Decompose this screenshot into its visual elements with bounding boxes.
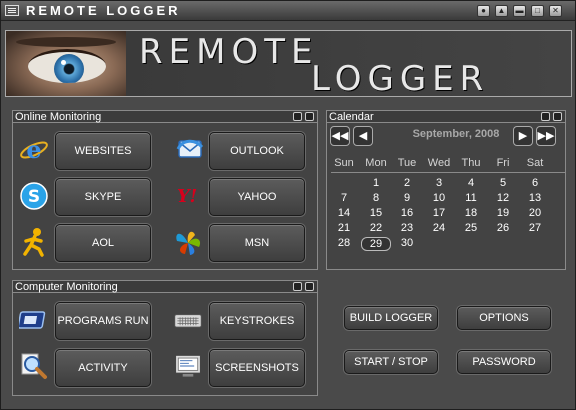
calendar-first-button[interactable]: ◀◀: [330, 126, 350, 146]
panel-close-icon[interactable]: [553, 112, 562, 121]
start-stop-button[interactable]: START / STOP: [344, 350, 438, 374]
skype-icon: S: [20, 182, 48, 210]
calendar-day[interactable]: 20: [520, 207, 550, 219]
svg-text:Y!: Y!: [177, 186, 197, 207]
outlook-icon: [176, 139, 204, 158]
calendar-day[interactable]: 2: [392, 177, 422, 189]
banner-title-line1: REMOTE: [139, 32, 319, 72]
calendar-weekday-label: Sat: [526, 157, 544, 169]
calendar-day[interactable]: 23: [392, 222, 422, 234]
svg-text:S: S: [28, 187, 40, 207]
calendar-day[interactable]: 27: [520, 222, 550, 234]
program-window-icon: [19, 311, 46, 329]
calendar-day[interactable]: 18: [456, 207, 486, 219]
calendar-day-selected[interactable]: 29: [361, 237, 391, 251]
panel-title: Calendar: [327, 111, 565, 123]
options-button[interactable]: OPTIONS: [457, 306, 551, 330]
websites-button[interactable]: WEBSITES: [55, 132, 151, 170]
aol-running-man-icon: [23, 228, 44, 257]
calendar-day[interactable]: 6: [520, 177, 550, 189]
yahoo-button[interactable]: YAHOO: [209, 178, 305, 216]
calendar-day[interactable]: 30: [392, 237, 422, 249]
calendar-day[interactable]: 21: [329, 222, 359, 234]
panel-close-icon[interactable]: [305, 112, 314, 121]
activity-button[interactable]: ACTIVITY: [55, 349, 151, 387]
banner-title-line2: LOGGER: [311, 59, 490, 97]
msn-button[interactable]: MSN: [209, 224, 305, 262]
tray-icon[interactable]: ▲: [495, 5, 508, 17]
app-menu-icon[interactable]: [5, 5, 19, 16]
calendar-day[interactable]: 17: [424, 207, 454, 219]
keyboard-icon: [174, 314, 202, 328]
yahoo-messenger-icon: Y!: [177, 186, 197, 207]
panel-minimize-icon[interactable]: [293, 282, 302, 291]
screenshot-monitor-icon: [175, 354, 201, 377]
calendar-divider: [331, 172, 565, 173]
panel-close-icon[interactable]: [305, 282, 314, 291]
calendar-weekday-label: Sun: [334, 157, 354, 169]
calendar-day[interactable]: 11: [456, 192, 486, 204]
header-banner: REMOTE LOGGER: [5, 30, 572, 97]
calendar-day[interactable]: 12: [488, 192, 518, 204]
close-icon[interactable]: ✕: [549, 5, 562, 17]
calendar-month-label: September, 2008: [412, 128, 500, 140]
calendar-last-button[interactable]: ▶▶: [536, 126, 556, 146]
calendar-day[interactable]: 13: [520, 192, 550, 204]
panel-minimize-icon[interactable]: [541, 112, 550, 121]
calendar-day[interactable]: 5: [488, 177, 518, 189]
help-icon[interactable]: ●: [477, 5, 490, 17]
programs-run-button[interactable]: PROGRAMS RUN: [55, 302, 151, 340]
panel-minimize-icon[interactable]: [293, 112, 302, 121]
calendar-day[interactable]: 22: [361, 222, 391, 234]
calendar-day[interactable]: 24: [424, 222, 454, 234]
eye-image: [6, 31, 126, 96]
calendar-day[interactable]: 14: [329, 207, 359, 219]
window-title: REMOTE LOGGER: [26, 3, 181, 18]
title-bar[interactable]: REMOTE LOGGER ● ▲ ▬ □ ✕: [1, 1, 575, 21]
password-button[interactable]: PASSWORD: [457, 350, 551, 374]
screenshots-button[interactable]: SCREENSHOTS: [209, 349, 305, 387]
panel-title: Computer Monitoring: [13, 281, 317, 293]
svg-text:e: e: [26, 135, 41, 164]
calendar-next-button[interactable]: ▶: [513, 126, 533, 146]
calendar-day[interactable]: 19: [488, 207, 518, 219]
aol-button[interactable]: AOL: [55, 224, 151, 262]
panel-title: Online Monitoring: [13, 111, 317, 123]
calendar-day[interactable]: 3: [424, 177, 454, 189]
msn-butterfly-icon: [176, 231, 201, 255]
keystrokes-button[interactable]: KEYSTROKES: [209, 302, 305, 340]
calendar-day[interactable]: 7: [329, 192, 359, 204]
calendar-day[interactable]: 28: [329, 237, 359, 249]
skype-button[interactable]: SKYPE: [55, 178, 151, 216]
calendar-day[interactable]: 9: [392, 192, 422, 204]
calendar-day[interactable]: 26: [488, 222, 518, 234]
outlook-button[interactable]: OUTLOOK: [209, 132, 305, 170]
calendar-day[interactable]: 15: [361, 207, 391, 219]
calendar-day[interactable]: 10: [424, 192, 454, 204]
calendar-weekday-label: Wed: [427, 157, 451, 169]
calendar-weekday-label: Thu: [461, 157, 481, 169]
calendar-prev-button[interactable]: ◀: [353, 126, 373, 146]
minimize-icon[interactable]: ▬: [513, 5, 526, 17]
calendar-weekday-label: Mon: [365, 157, 387, 169]
calendar-weekday-label: Tue: [397, 157, 417, 169]
internet-explorer-icon: e: [20, 135, 48, 164]
build-logger-button[interactable]: BUILD LOGGER: [344, 306, 438, 330]
maximize-icon[interactable]: □: [531, 5, 544, 17]
calendar-day[interactable]: 4: [456, 177, 486, 189]
calendar-day[interactable]: 25: [456, 222, 486, 234]
magnifier-icon: [21, 353, 47, 379]
calendar-day[interactable]: 1: [361, 177, 391, 189]
main-window: REMOTE LOGGER ● ▲ ▬ □ ✕ REMOTE LOGGER On…: [0, 0, 576, 410]
calendar-weekday-label: Fri: [496, 157, 510, 169]
calendar-day[interactable]: 16: [392, 207, 422, 219]
calendar-day[interactable]: 8: [361, 192, 391, 204]
